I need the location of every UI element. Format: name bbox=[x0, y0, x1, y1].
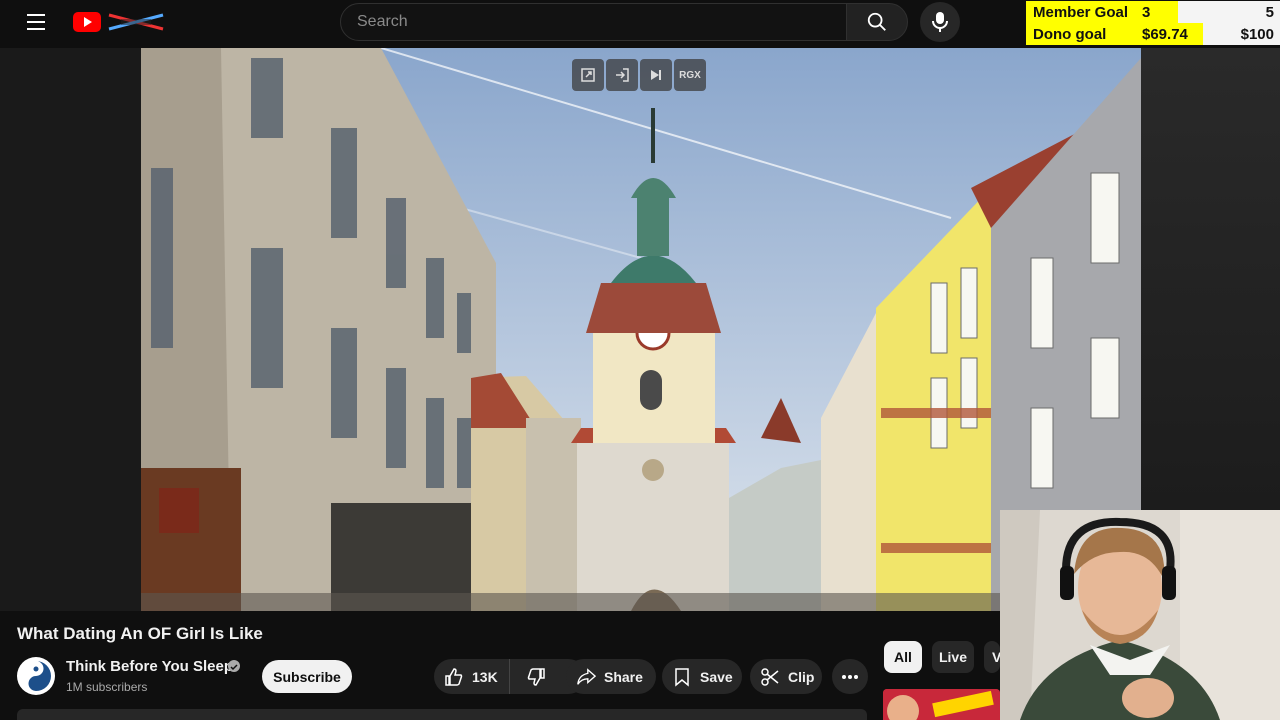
skip-next-icon[interactable] bbox=[640, 59, 672, 91]
rgx-button[interactable]: RGX bbox=[674, 59, 706, 91]
more-horizontal-icon bbox=[842, 674, 858, 679]
microphone-icon bbox=[932, 12, 948, 32]
like-count: 13K bbox=[472, 668, 498, 685]
search-box bbox=[340, 3, 848, 41]
town-street-video-frame bbox=[141, 48, 1141, 611]
clip-label: Clip bbox=[788, 668, 815, 685]
search-icon bbox=[867, 12, 886, 31]
channel-avatar[interactable] bbox=[17, 657, 55, 695]
related-video-thumbnail[interactable] bbox=[883, 689, 1000, 720]
search-input[interactable] bbox=[341, 4, 847, 40]
stream-goals-overlay: Member Goal 3 5 Dono goal $69.74 $100 bbox=[1026, 0, 1280, 46]
voice-search-button[interactable] bbox=[920, 2, 960, 42]
save-label: Save bbox=[700, 668, 733, 685]
chip-live[interactable]: Live bbox=[932, 641, 974, 673]
subscriber-count: 1M subscribers bbox=[66, 680, 148, 694]
verified-icon bbox=[228, 660, 240, 672]
menu-icon[interactable] bbox=[22, 10, 50, 34]
goal-current: $69.74 bbox=[1142, 26, 1188, 43]
like-button[interactable]: 13K bbox=[434, 659, 510, 694]
save-button[interactable]: Save bbox=[662, 659, 742, 694]
webcam-person-image bbox=[1000, 510, 1280, 720]
goal-label: Member Goal bbox=[1033, 4, 1129, 21]
video-player[interactable] bbox=[141, 48, 1141, 611]
thumbs-down-icon bbox=[526, 667, 546, 687]
side-dark-panel bbox=[1141, 48, 1280, 510]
streamer-webcam bbox=[1000, 510, 1280, 720]
chip-all[interactable]: All bbox=[884, 641, 922, 673]
player-top-controls: RGX bbox=[572, 59, 706, 91]
description-panel-edge bbox=[17, 709, 867, 720]
goal-current: 3 bbox=[1142, 4, 1151, 21]
play-logo-icon bbox=[73, 12, 101, 32]
more-actions-button[interactable] bbox=[832, 659, 868, 694]
share-button[interactable]: Share bbox=[566, 659, 656, 694]
goal-label: Dono goal bbox=[1033, 26, 1107, 43]
share-icon bbox=[576, 667, 596, 687]
thumbs-up-icon bbox=[444, 667, 464, 687]
bookmark-icon bbox=[672, 667, 692, 687]
enter-icon[interactable] bbox=[606, 59, 638, 91]
channel-name[interactable]: Think Before You Sleep bbox=[66, 658, 233, 675]
clip-button[interactable]: Clip bbox=[750, 659, 822, 694]
share-label: Share bbox=[604, 668, 643, 685]
popout-icon[interactable] bbox=[572, 59, 604, 91]
custom-logo-mark bbox=[107, 13, 165, 31]
youtube-logo[interactable] bbox=[73, 10, 169, 34]
member-goal: Member Goal 3 5 bbox=[1026, 1, 1280, 23]
video-title: What Dating An OF Girl Is Like bbox=[17, 624, 263, 643]
subscribe-button[interactable]: Subscribe bbox=[262, 660, 352, 693]
search-button[interactable] bbox=[846, 3, 908, 41]
dislike-button[interactable] bbox=[510, 659, 562, 694]
dono-goal: Dono goal $69.74 $100 bbox=[1026, 23, 1280, 45]
like-dislike-group: 13K bbox=[434, 659, 586, 694]
goal-target: 5 bbox=[1265, 4, 1274, 21]
scissors-icon bbox=[760, 667, 780, 687]
goal-target: $100 bbox=[1240, 26, 1274, 43]
chip-truncated[interactable]: V bbox=[984, 641, 1000, 673]
